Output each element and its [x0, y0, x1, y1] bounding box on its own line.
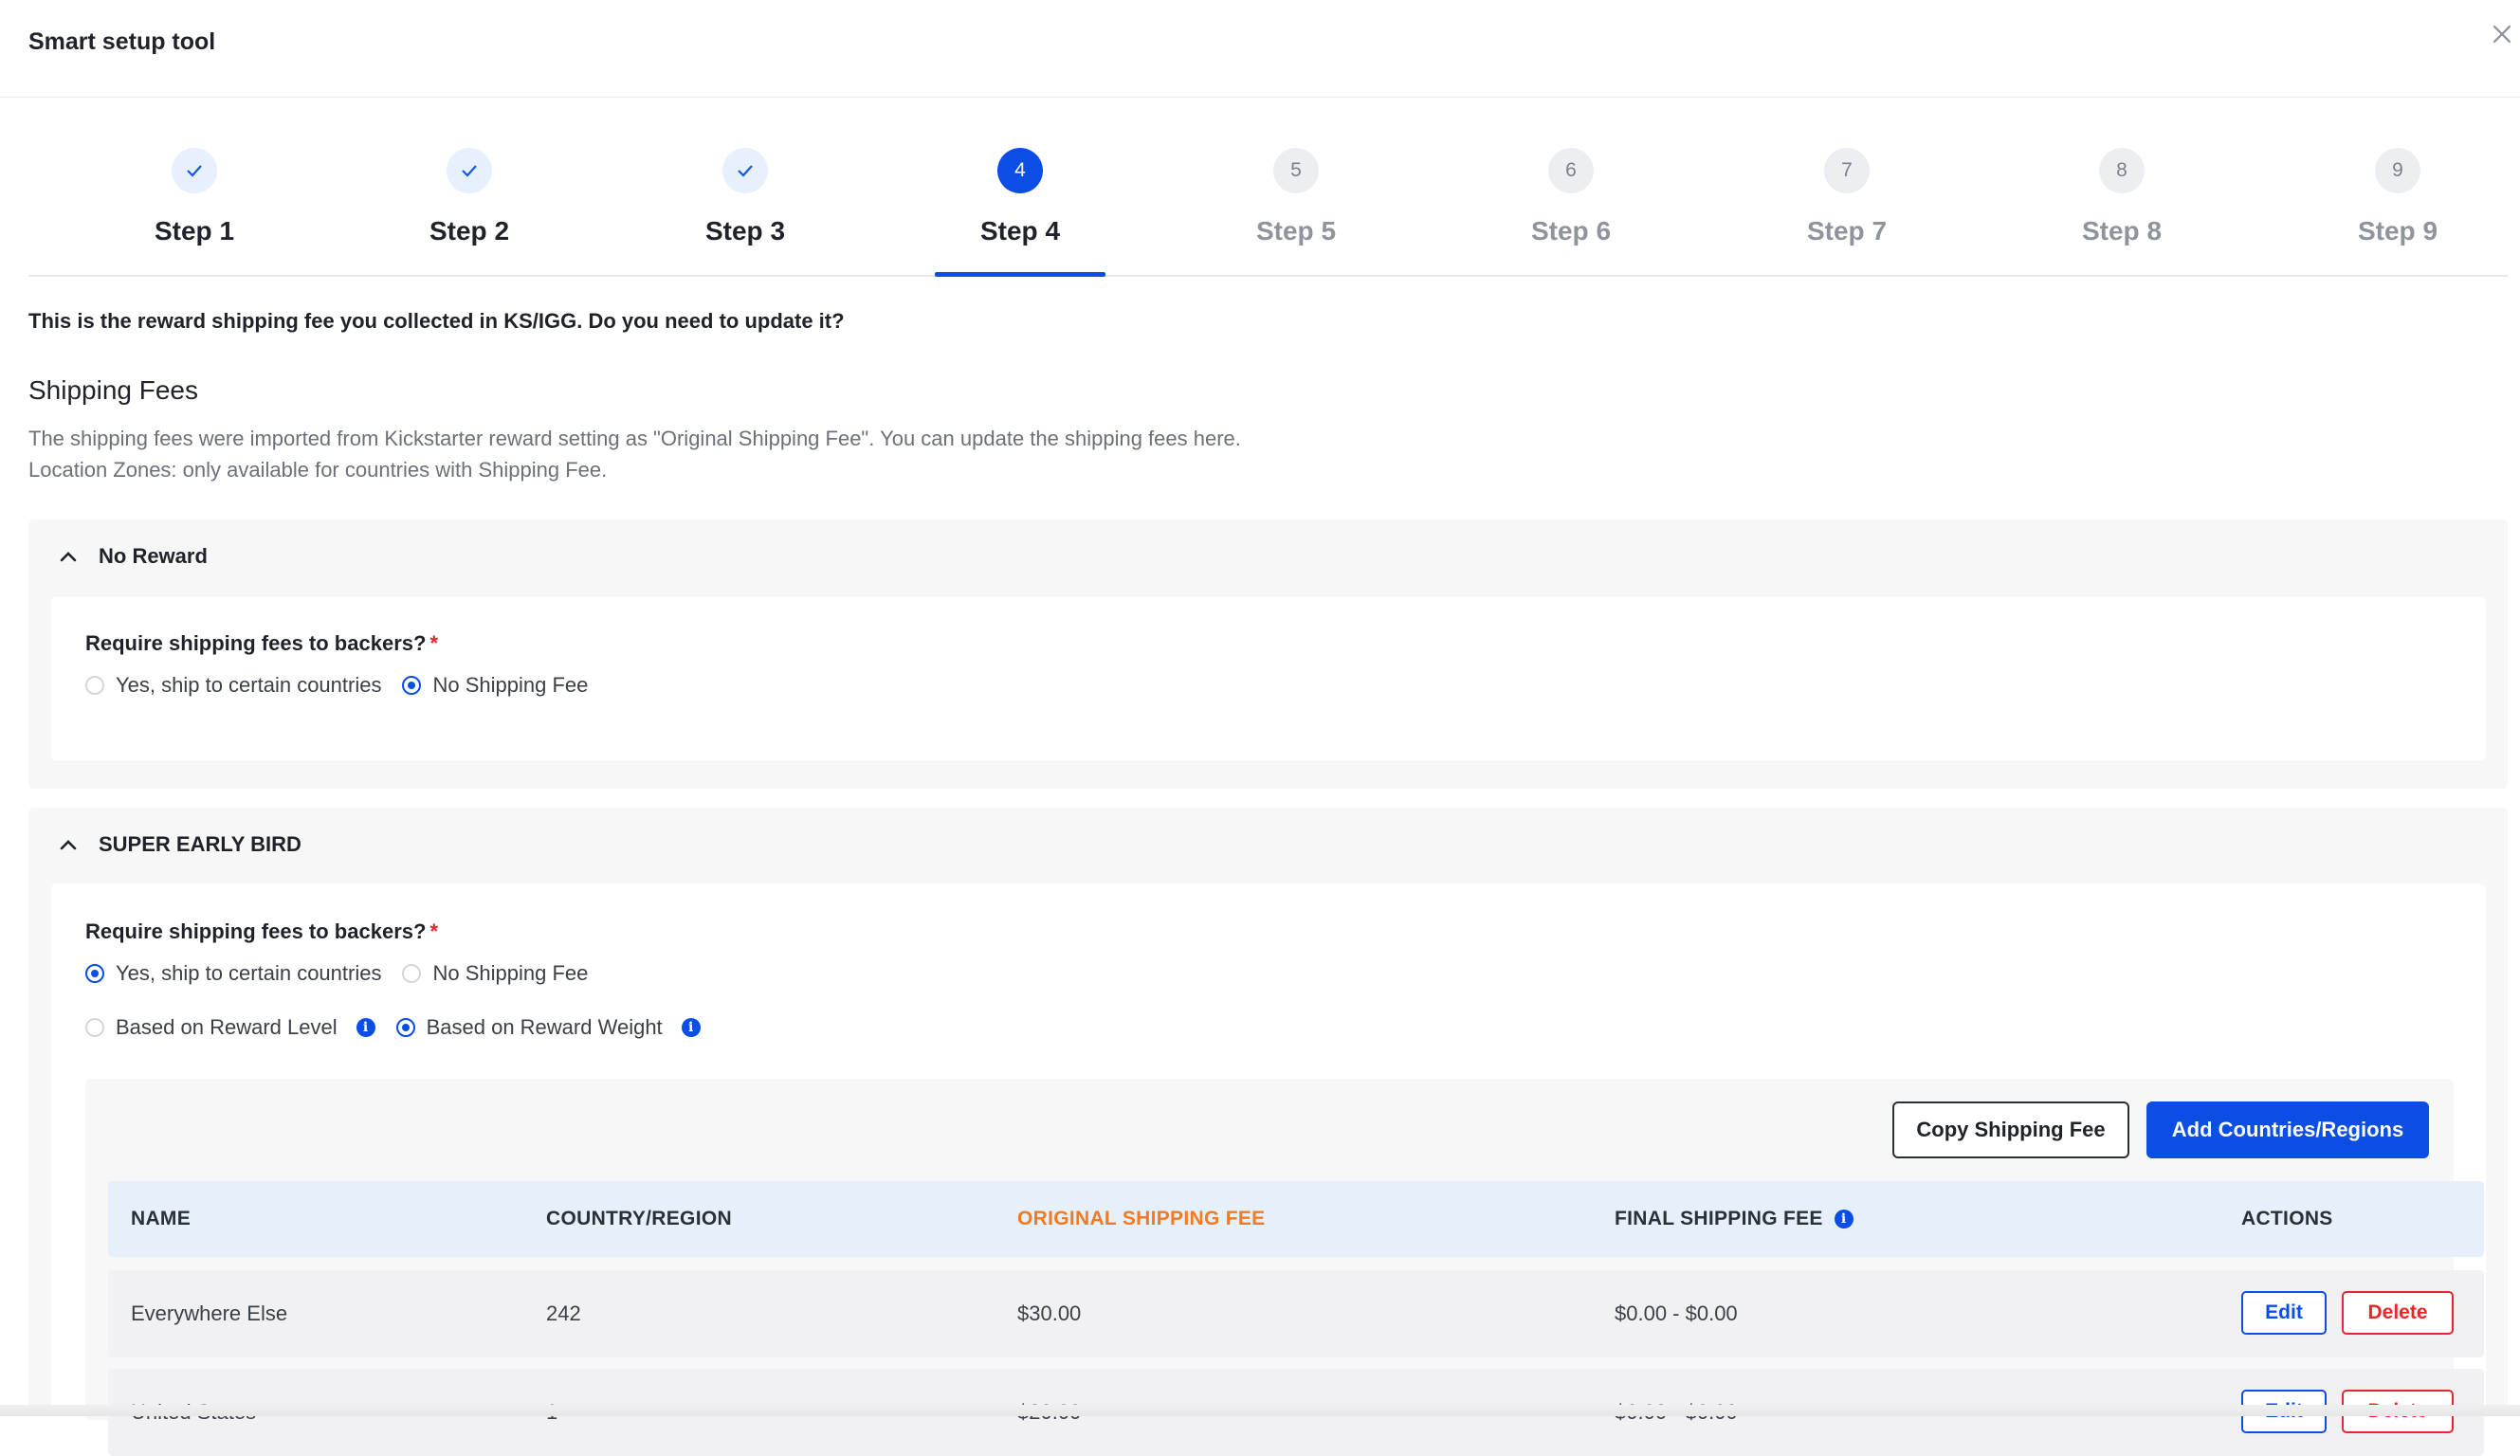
- radio-label: Yes, ship to certain countries: [116, 961, 382, 985]
- step-1[interactable]: Step 1: [109, 142, 280, 275]
- cell-country: 242: [546, 1301, 581, 1325]
- radio-yes-ship[interactable]: Yes, ship to certain countries: [85, 961, 381, 986]
- step-label: Step 7: [1806, 216, 1888, 246]
- info-icon[interactable]: i: [356, 1018, 375, 1037]
- cell-original-fee: $30.00: [1017, 1301, 1082, 1325]
- cell-final-fee: $0.00 - $0.00: [1615, 1301, 1738, 1325]
- step-label: Step 2: [429, 216, 510, 246]
- required-mark: *: [429, 919, 438, 943]
- table-header: NAME COUNTRY/REGION ORIGINAL SHIPPING FE…: [108, 1181, 2484, 1257]
- step-9[interactable]: 9 Step 9: [2312, 142, 2483, 275]
- step-number: 9: [2375, 148, 2420, 193]
- step-7[interactable]: 7 Step 7: [1762, 142, 1932, 275]
- bottom-edge: [0, 1405, 2520, 1416]
- step-4[interactable]: 4 Step 4: [935, 142, 1105, 277]
- radio-dot: [85, 1018, 104, 1037]
- description-line: Location Zones: only available for count…: [28, 458, 608, 482]
- chevron-up-icon: [60, 552, 77, 562]
- reward-title: No Reward: [99, 544, 208, 568]
- radio-dot: [402, 676, 422, 695]
- radio-dot: [85, 676, 104, 695]
- check-icon: [447, 148, 492, 193]
- reward-panel-no-reward: No Reward Require shipping fees to backe…: [28, 519, 2508, 789]
- section-title: Shipping Fees: [28, 375, 199, 405]
- shipping-radio-group: Yes, ship to certain countries No Shippi…: [85, 673, 609, 698]
- table-row: Everywhere Else 242 $30.00 $0.00 - $0.00…: [108, 1270, 2484, 1357]
- add-countries-regions-button[interactable]: Add Countries/Regions: [2146, 1101, 2429, 1158]
- radio-label: No Shipping Fee: [432, 673, 589, 697]
- step-label: Step 4: [979, 216, 1061, 246]
- info-icon[interactable]: i: [681, 1018, 701, 1037]
- radio-dot: [395, 1018, 415, 1037]
- step-8[interactable]: 8 Step 8: [2036, 142, 2207, 275]
- require-text: Require shipping fees to backers?: [85, 919, 427, 943]
- step-label: Step 5: [1255, 216, 1337, 246]
- radio-yes-ship[interactable]: Yes, ship to certain countries: [85, 673, 381, 698]
- step-3[interactable]: Step 3: [660, 142, 831, 275]
- step-number: 5: [1273, 148, 1319, 193]
- reward-panel-header[interactable]: SUPER EARLY BIRD: [55, 830, 301, 859]
- info-icon[interactable]: i: [1834, 1210, 1853, 1228]
- radio-label: Based on Reward Level: [116, 1015, 338, 1039]
- step-label: Step 8: [2081, 216, 2163, 246]
- basis-radio-group: Based on Reward Level i Based on Reward …: [85, 1015, 721, 1040]
- radio-dot: [85, 964, 104, 983]
- step-6[interactable]: 6 Step 6: [1486, 142, 1656, 275]
- step-label: Step 9: [2357, 216, 2438, 246]
- radio-based-on-reward-weight[interactable]: Based on Reward Weight i: [395, 1015, 701, 1040]
- copy-shipping-fee-button[interactable]: Copy Shipping Fee: [1892, 1101, 2129, 1158]
- column-header-country: COUNTRY/REGION: [546, 1208, 732, 1229]
- require-text: Require shipping fees to backers?: [85, 631, 427, 655]
- active-step-indicator: [935, 272, 1105, 277]
- reward-panel-header[interactable]: No Reward: [55, 542, 208, 571]
- step-2[interactable]: Step 2: [384, 142, 555, 275]
- reward-title: SUPER EARLY BIRD: [99, 832, 301, 856]
- cell-name: Everywhere Else: [131, 1301, 288, 1325]
- close-icon[interactable]: [2489, 21, 2515, 47]
- description-line: The shipping fees were imported from Kic…: [28, 427, 1241, 450]
- edit-button[interactable]: Edit: [2241, 1291, 2327, 1335]
- radio-label: Yes, ship to certain countries: [116, 673, 382, 697]
- radio-based-on-reward-level[interactable]: Based on Reward Level i: [85, 1015, 375, 1040]
- step-number: 7: [1824, 148, 1870, 193]
- radio-no-shipping-fee[interactable]: No Shipping Fee: [402, 961, 588, 986]
- step-number: 8: [2099, 148, 2145, 193]
- check-icon: [172, 148, 217, 193]
- reward-card: Require shipping fees to backers? * Yes, …: [51, 597, 2486, 760]
- column-header-original-fee: ORIGINAL SHIPPING FEE: [1017, 1208, 1266, 1229]
- radio-label: Based on Reward Weight: [426, 1015, 663, 1039]
- stepper: Step 1 Step 2 Step 3 4 Step 4 5 Step 5 6…: [28, 142, 2508, 277]
- dialog-title: Smart setup tool: [28, 28, 216, 55]
- step-5[interactable]: 5 Step 5: [1211, 142, 1381, 275]
- dialog-header: Smart setup tool: [0, 0, 2520, 98]
- column-header-final-fee-label: FINAL SHIPPING FEE: [1615, 1208, 1823, 1229]
- step-label: Step 1: [154, 216, 235, 246]
- require-label: Require shipping fees to backers? *: [85, 631, 438, 656]
- check-icon: [722, 148, 768, 193]
- radio-dot: [402, 964, 422, 983]
- delete-button[interactable]: Delete: [2342, 1291, 2454, 1335]
- shipping-radio-group: Yes, ship to certain countries No Shippi…: [85, 961, 609, 986]
- radio-label: No Shipping Fee: [432, 961, 589, 985]
- require-label: Require shipping fees to backers? *: [85, 919, 438, 944]
- chevron-up-icon: [60, 840, 77, 850]
- column-header-final-fee: FINAL SHIPPING FEE i: [1615, 1181, 1853, 1257]
- required-mark: *: [429, 631, 438, 655]
- step-number: 4: [997, 148, 1043, 193]
- step-number: 6: [1548, 148, 1594, 193]
- column-header-actions: ACTIONS: [2241, 1208, 2333, 1229]
- column-header-name: NAME: [131, 1208, 192, 1229]
- shipping-fee-table-area: Copy Shipping Fee Add Countries/Regions …: [85, 1079, 2484, 1456]
- update-question: This is the reward shipping fee you coll…: [28, 309, 845, 333]
- radio-no-shipping-fee[interactable]: No Shipping Fee: [402, 673, 588, 698]
- step-label: Step 6: [1530, 216, 1612, 246]
- step-label: Step 3: [704, 216, 786, 246]
